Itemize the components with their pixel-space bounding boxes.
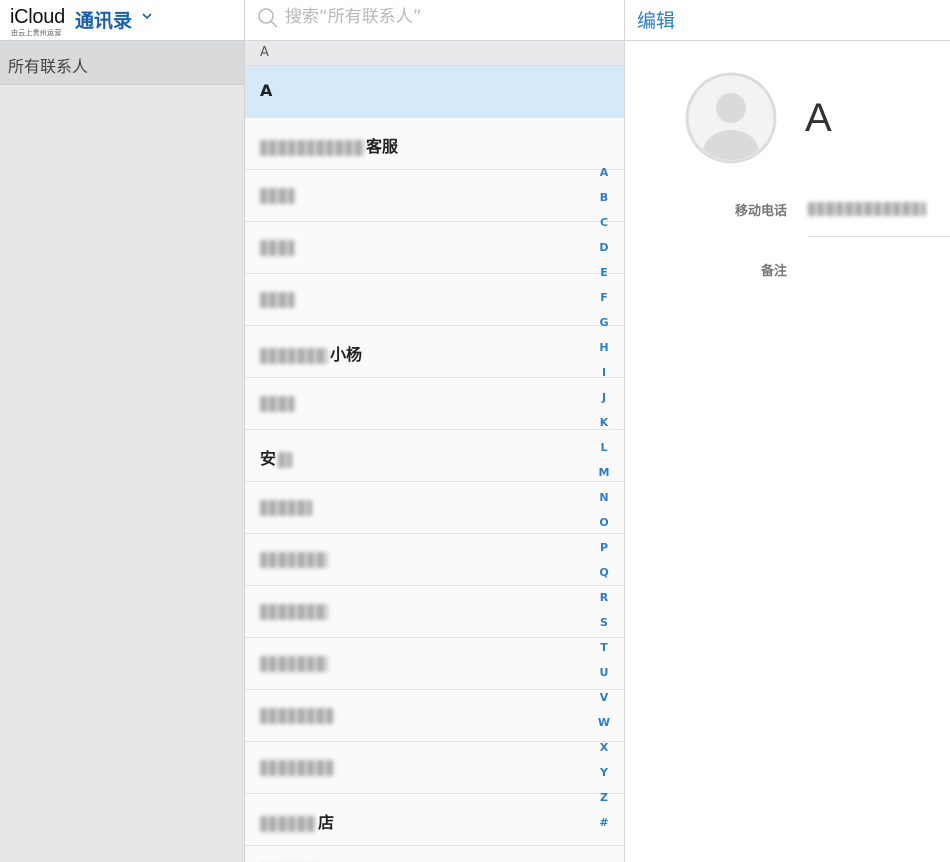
- index-letter[interactable]: U: [597, 666, 611, 691]
- index-letter[interactable]: F: [597, 291, 611, 316]
- note-label: 备注: [760, 264, 787, 279]
- index-letter[interactable]: C: [597, 216, 611, 241]
- index-letter[interactable]: H: [597, 341, 611, 366]
- redacted-text: [278, 451, 293, 468]
- contact-rows: A 客服 小杨 安 店: [245, 66, 624, 862]
- contact-name: A: [805, 96, 832, 140]
- field-divider: [808, 236, 950, 237]
- contact-name-text: 安: [260, 449, 277, 468]
- index-letter[interactable]: T: [597, 641, 611, 666]
- contact-row[interactable]: [245, 846, 624, 862]
- detail-toolbar: 编辑: [625, 0, 950, 41]
- redacted-text: [260, 139, 364, 156]
- contact-row[interactable]: [245, 638, 624, 690]
- index-letter[interactable]: L: [597, 441, 611, 466]
- redacted-text: [260, 347, 328, 364]
- redacted-text: [260, 395, 294, 412]
- redacted-text: [260, 187, 294, 204]
- app-title[interactable]: 通讯录: [75, 6, 132, 33]
- redacted-text: [260, 291, 294, 308]
- index-letter[interactable]: Q: [597, 566, 611, 591]
- contact-row[interactable]: [245, 534, 624, 586]
- contact-row[interactable]: [245, 690, 624, 742]
- contact-row[interactable]: 店: [245, 794, 624, 846]
- edit-button[interactable]: 编辑: [637, 6, 675, 33]
- contact-name-text: 客服: [366, 137, 399, 156]
- search-icon: [258, 8, 278, 28]
- contact-name-text: A: [260, 81, 273, 100]
- redacted-text: [260, 239, 294, 256]
- index-letter[interactable]: Y: [597, 766, 611, 791]
- avatar-placeholder-icon: [685, 72, 777, 164]
- contact-row[interactable]: 安: [245, 430, 624, 482]
- contact-row[interactable]: [245, 482, 624, 534]
- phone-value[interactable]: [808, 198, 928, 217]
- contact-detail: 编辑 A 移动电话 备注: [625, 0, 950, 862]
- redacted-text: [260, 551, 328, 568]
- search-input[interactable]: [285, 5, 605, 29]
- search-bar: [245, 0, 624, 41]
- index-letter[interactable]: #: [597, 816, 611, 841]
- redacted-text: [260, 499, 312, 516]
- index-letter[interactable]: W: [597, 716, 611, 741]
- group-all-contacts[interactable]: 所有联系人: [0, 41, 244, 85]
- redacted-text: [260, 707, 334, 724]
- sidebar: iCloud 通讯录 由云上贵州运营 所有联系人: [0, 0, 245, 862]
- index-letter[interactable]: O: [597, 516, 611, 541]
- index-letter[interactable]: P: [597, 541, 611, 566]
- redacted-text: [808, 201, 926, 216]
- index-letter[interactable]: X: [597, 741, 611, 766]
- contact-row[interactable]: [245, 378, 624, 430]
- index-letter[interactable]: I: [597, 366, 611, 391]
- index-letter[interactable]: K: [597, 416, 611, 441]
- index-letter[interactable]: N: [597, 491, 611, 516]
- section-letter: A: [260, 45, 269, 60]
- contact-row[interactable]: [245, 170, 624, 222]
- contact-name-text: 店: [318, 813, 335, 832]
- index-letter[interactable]: J: [597, 391, 611, 416]
- phone-label: 移动电话: [734, 204, 787, 219]
- contact-row[interactable]: [245, 222, 624, 274]
- brand-name: iCloud: [10, 6, 65, 28]
- redacted-text: [260, 815, 316, 832]
- redacted-text: [260, 759, 334, 776]
- contact-name-text: 小杨: [330, 345, 363, 364]
- section-header: A: [245, 41, 624, 66]
- index-letter[interactable]: D: [597, 241, 611, 266]
- contact-row[interactable]: [245, 586, 624, 638]
- index-letter[interactable]: A: [597, 166, 611, 191]
- redacted-text: [260, 603, 328, 620]
- brand-subtitle: 由云上贵州运营: [11, 29, 62, 37]
- contact-row[interactable]: A: [245, 66, 624, 118]
- chevron-down-icon[interactable]: [141, 11, 153, 21]
- contact-row[interactable]: [245, 742, 624, 794]
- redacted-text: [260, 655, 328, 672]
- index-letter[interactable]: S: [597, 616, 611, 641]
- alphabet-index: A B C D E F G H I J K L M N O P Q R S T U V W X Y Z #: [597, 166, 611, 841]
- index-letter[interactable]: B: [597, 191, 611, 216]
- group-label: 所有联系人: [8, 57, 89, 76]
- index-letter[interactable]: M: [597, 466, 611, 491]
- index-letter[interactable]: V: [597, 691, 611, 716]
- contact-row[interactable]: 小杨: [245, 326, 624, 378]
- index-letter[interactable]: G: [597, 316, 611, 341]
- contact-row[interactable]: [245, 274, 624, 326]
- index-letter[interactable]: R: [597, 591, 611, 616]
- index-letter[interactable]: E: [597, 266, 611, 291]
- contact-row[interactable]: 客服: [245, 118, 624, 170]
- contact-list: A A 客服 小杨 安: [245, 0, 625, 862]
- index-letter[interactable]: Z: [597, 791, 611, 816]
- app-brand[interactable]: iCloud 通讯录 由云上贵州运营: [0, 0, 244, 41]
